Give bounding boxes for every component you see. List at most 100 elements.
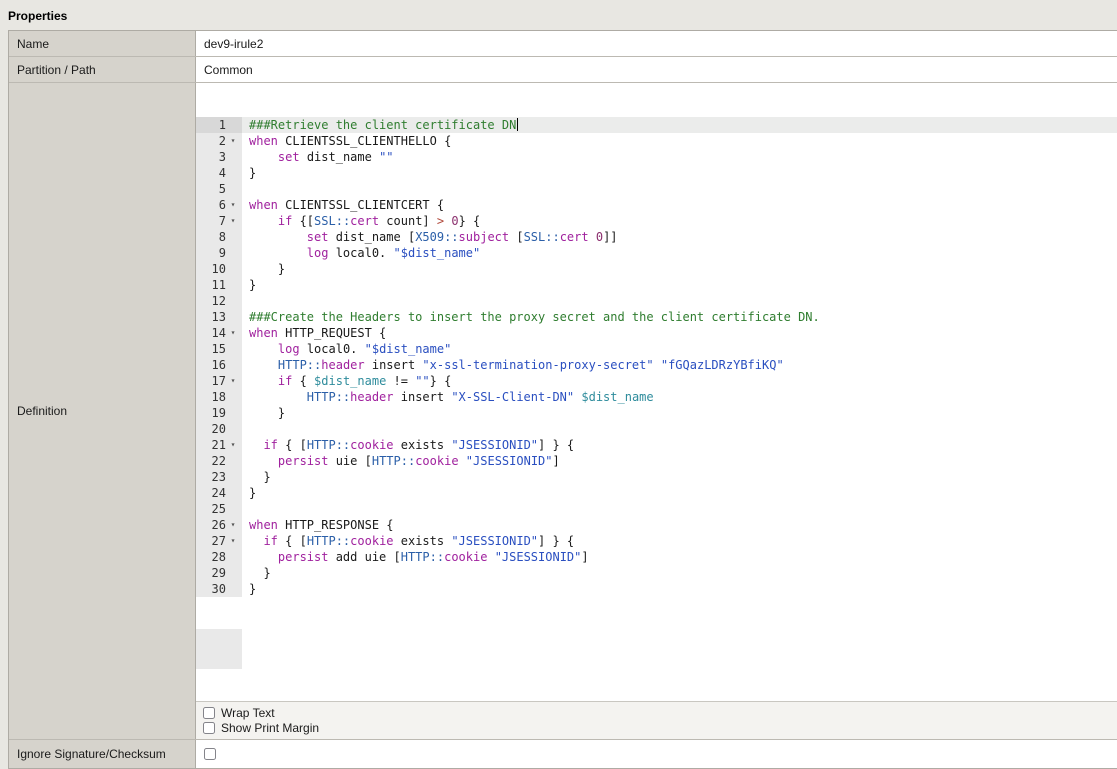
- fold-toggle-icon[interactable]: ▾: [226, 197, 240, 213]
- fold-toggle-icon[interactable]: ▾: [226, 517, 240, 533]
- partition-label: Partition / Path: [9, 57, 196, 82]
- ignore-signature-label: Ignore Signature/Checksum: [9, 740, 196, 768]
- code-text: if { [HTTP::cookie exists "JSESSIONID"] …: [242, 533, 1117, 549]
- code-text: }: [242, 565, 1117, 581]
- code-text: }: [242, 165, 1117, 181]
- code-line[interactable]: 2▾when CLIENTSSL_CLIENTHELLO {: [196, 133, 1117, 149]
- code-text: when HTTP_RESPONSE {: [242, 517, 1117, 533]
- page-title: Properties: [0, 0, 1117, 30]
- properties-table: Name dev9-irule2 Partition / Path Common…: [8, 30, 1117, 769]
- code-text: log local0. "$dist_name": [242, 341, 1117, 357]
- line-number: 6: [196, 197, 226, 213]
- line-number: 13: [196, 309, 226, 325]
- code-line[interactable]: 18 HTTP::header insert "X-SSL-Client-DN"…: [196, 389, 1117, 405]
- code-line[interactable]: 27▾ if { [HTTP::cookie exists "JSESSIONI…: [196, 533, 1117, 549]
- code-line[interactable]: 3 set dist_name "": [196, 149, 1117, 165]
- ignore-signature-checkbox[interactable]: [204, 748, 216, 760]
- code-line[interactable]: 11}: [196, 277, 1117, 293]
- line-number: 4: [196, 165, 226, 181]
- code-line[interactable]: 7▾ if {[SSL::cert count] > 0} {: [196, 213, 1117, 229]
- code-line[interactable]: 15 log local0. "$dist_name": [196, 341, 1117, 357]
- code-line[interactable]: 22 persist uie [HTTP::cookie "JSESSIONID…: [196, 453, 1117, 469]
- code-text: when CLIENTSSL_CLIENTHELLO {: [242, 133, 1117, 149]
- code-text: log local0. "$dist_name": [242, 245, 1117, 261]
- line-number: 27: [196, 533, 226, 549]
- code-line[interactable]: 25: [196, 501, 1117, 517]
- code-line[interactable]: 21▾ if { [HTTP::cookie exists "JSESSIONI…: [196, 437, 1117, 453]
- code-text: HTTP::header insert "x-ssl-termination-p…: [242, 357, 1117, 373]
- fold-toggle-icon[interactable]: ▾: [226, 437, 240, 453]
- gutter-cell: 7▾: [196, 213, 242, 229]
- line-number: 29: [196, 565, 226, 581]
- line-number: 15: [196, 341, 226, 357]
- line-number: 24: [196, 485, 226, 501]
- code-line[interactable]: 8 set dist_name [X509::subject [SSL::cer…: [196, 229, 1117, 245]
- gutter-cell: 18: [196, 389, 242, 405]
- line-number: 25: [196, 501, 226, 517]
- code-line[interactable]: 30}: [196, 581, 1117, 597]
- line-number: 20: [196, 421, 226, 437]
- gutter-cell: 25: [196, 501, 242, 517]
- code-line[interactable]: 13 ###Create the Headers to insert the pr…: [196, 309, 1117, 325]
- name-value: dev9-irule2: [196, 31, 1117, 56]
- code-line[interactable]: 5: [196, 181, 1117, 197]
- code-line[interactable]: 14▾when HTTP_REQUEST {: [196, 325, 1117, 341]
- code-line[interactable]: 4}: [196, 165, 1117, 181]
- gutter-cell: 1: [196, 117, 242, 133]
- code-text: }: [242, 469, 1117, 485]
- fold-toggle-icon[interactable]: ▾: [226, 325, 240, 341]
- gutter-cell: 26▾: [196, 517, 242, 533]
- code-line[interactable]: 1 ###Retrieve the client certificate DN: [196, 117, 1117, 133]
- code-text: }: [242, 405, 1117, 421]
- gutter-cell: 13: [196, 309, 242, 325]
- line-number: 7: [196, 213, 226, 229]
- gutter-cell: 17▾: [196, 373, 242, 389]
- code-line[interactable]: 17▾ if { $dist_name != ""} {: [196, 373, 1117, 389]
- code-line[interactable]: 20: [196, 421, 1117, 437]
- partition-value: Common: [196, 57, 1117, 82]
- code-line[interactable]: 28 persist add uie [HTTP::cookie "JSESSI…: [196, 549, 1117, 565]
- wrap-text-checkbox[interactable]: [203, 707, 215, 719]
- gutter-cell: 3: [196, 149, 242, 165]
- line-number: 16: [196, 357, 226, 373]
- gutter-cell: 14▾: [196, 325, 242, 341]
- line-number: 18: [196, 389, 226, 405]
- line-number: 3: [196, 149, 226, 165]
- fold-toggle-icon[interactable]: ▾: [226, 213, 240, 229]
- code-line[interactable]: 9 log local0. "$dist_name": [196, 245, 1117, 261]
- fold-toggle-icon[interactable]: ▾: [226, 533, 240, 549]
- code-text: ###Retrieve the client certificate DN: [242, 117, 1117, 133]
- line-number: 30: [196, 581, 226, 597]
- code-text: HTTP::header insert "X-SSL-Client-DN" $d…: [242, 389, 1117, 405]
- gutter-cell: 12: [196, 293, 242, 309]
- code-editor[interactable]: 1 ###Retrieve the client certificate DN2▾…: [196, 83, 1117, 701]
- text-cursor: [517, 118, 519, 131]
- code-text: ###Create the Headers to insert the prox…: [242, 309, 1117, 325]
- fold-toggle-icon[interactable]: ▾: [226, 373, 240, 389]
- code-line[interactable]: 29 }: [196, 565, 1117, 581]
- show-print-margin-checkbox[interactable]: [203, 722, 215, 734]
- line-number: 1: [196, 117, 226, 133]
- code-text: if {[SSL::cert count] > 0} {: [242, 213, 1117, 229]
- code-text: if { $dist_name != ""} {: [242, 373, 1117, 389]
- code-line[interactable]: 10 }: [196, 261, 1117, 277]
- editor-empty-area[interactable]: [196, 629, 1117, 669]
- code-text: [242, 293, 1117, 309]
- line-number: 5: [196, 181, 226, 197]
- code-text: [242, 421, 1117, 437]
- gutter-cell: 22: [196, 453, 242, 469]
- name-label: Name: [9, 31, 196, 56]
- gutter-cell: 4: [196, 165, 242, 181]
- editor-options-panel: Wrap Text Show Print Margin: [196, 701, 1117, 739]
- definition-row: Definition 1###Retrieve the client certi…: [9, 83, 1117, 740]
- code-line[interactable]: 24}: [196, 485, 1117, 501]
- code-line[interactable]: 19 }: [196, 405, 1117, 421]
- code-line[interactable]: 16 HTTP::header insert "x-ssl-terminatio…: [196, 357, 1117, 373]
- code-line[interactable]: 23 }: [196, 469, 1117, 485]
- fold-toggle-icon[interactable]: ▾: [226, 133, 240, 149]
- code-line[interactable]: 6▾when CLIENTSSL_CLIENTCERT {: [196, 197, 1117, 213]
- code-line[interactable]: 12: [196, 293, 1117, 309]
- code-line[interactable]: 26▾when HTTP_RESPONSE {: [196, 517, 1117, 533]
- gutter-cell: 9: [196, 245, 242, 261]
- gutter-cell: 23: [196, 469, 242, 485]
